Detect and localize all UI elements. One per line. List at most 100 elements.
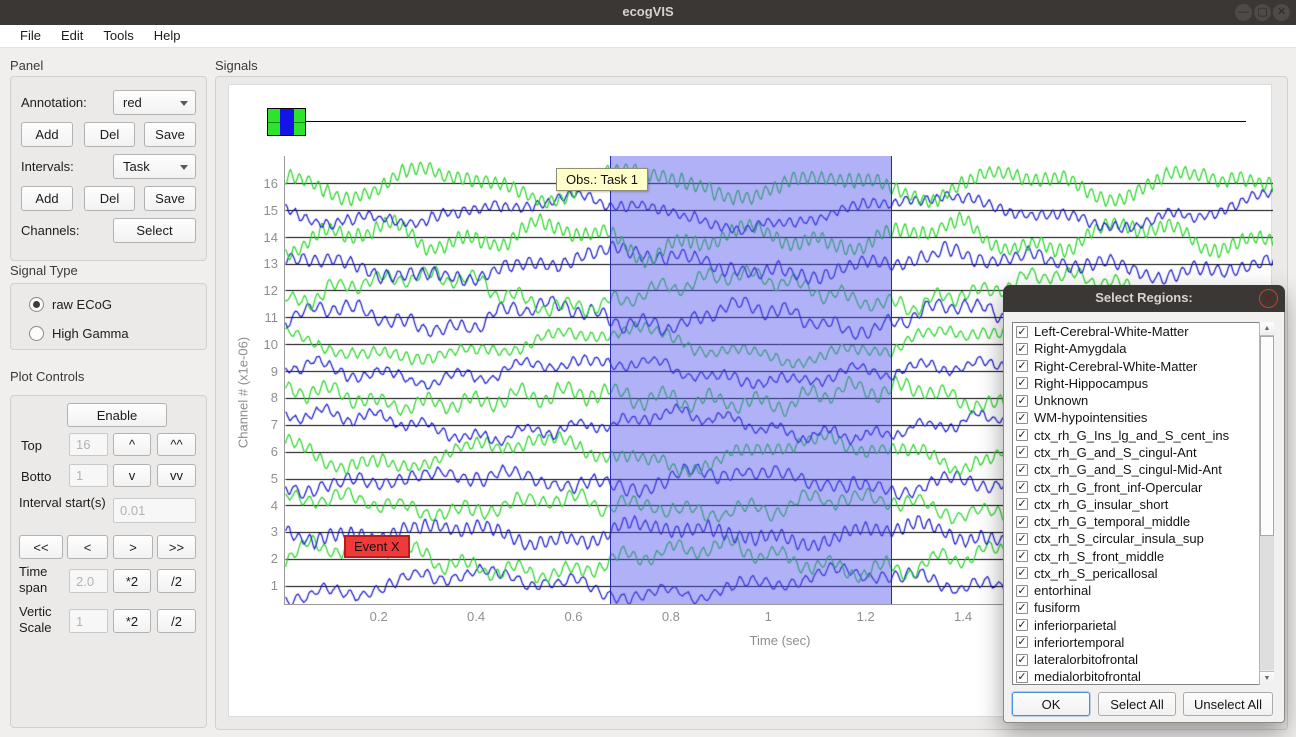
navigator-view-handle[interactable]: [267, 108, 306, 136]
intervals-save-button[interactable]: Save: [144, 186, 196, 211]
menu-item[interactable]: Edit: [51, 26, 93, 46]
annotation-combobox[interactable]: red: [113, 90, 196, 115]
region-list-item[interactable]: ✓ ctx_rh_S_pericallosal: [1013, 565, 1273, 582]
region-list-item[interactable]: ✓ medialorbitofrontal: [1013, 668, 1273, 685]
menu-item[interactable]: Tools: [93, 26, 143, 46]
maximize-icon[interactable]: ▢: [1254, 4, 1271, 21]
close-icon[interactable]: ✕: [1273, 4, 1290, 21]
interval-start-label: Interval start(s): [19, 495, 107, 511]
checkbox-checked-icon[interactable]: ✓: [1016, 360, 1028, 372]
interval-start-input[interactable]: [113, 498, 196, 523]
intervals-add-button[interactable]: Add: [21, 186, 73, 211]
checkbox-checked-icon[interactable]: ✓: [1016, 481, 1028, 493]
region-list-item[interactable]: ✓ Right-Cerebral-White-Matter: [1013, 358, 1273, 375]
vertical-scale-input[interactable]: [69, 609, 108, 633]
region-list-item[interactable]: ✓ ctx_rh_S_front_middle: [1013, 547, 1273, 564]
checkbox-checked-icon[interactable]: ✓: [1016, 377, 1028, 389]
checkbox-checked-icon[interactable]: ✓: [1016, 343, 1028, 355]
checkbox-checked-icon[interactable]: ✓: [1016, 326, 1028, 338]
region-list-item[interactable]: ✓ ctx_rh_G_and_S_cingul-Ant: [1013, 444, 1273, 461]
checkbox-checked-icon[interactable]: ✓: [1016, 446, 1028, 458]
dialog-title-bar[interactable]: Select Regions: ✕: [1003, 285, 1285, 312]
ok-button[interactable]: OK: [1012, 692, 1090, 716]
checkbox-checked-icon[interactable]: ✓: [1016, 429, 1028, 441]
navigator-current-window[interactable]: [280, 109, 294, 135]
checkbox-checked-icon[interactable]: ✓: [1016, 464, 1028, 476]
region-list-item[interactable]: ✓ ctx_rh_G_front_inf-Opercular: [1013, 478, 1273, 495]
channel-down-button[interactable]: v: [113, 464, 151, 487]
channel-up-fast-button[interactable]: ^^: [157, 433, 196, 456]
time-span-double-button[interactable]: *2: [113, 569, 151, 593]
region-list-item[interactable]: ✓ lateralorbitofrontal: [1013, 651, 1273, 668]
annotation-save-button[interactable]: Save: [144, 122, 196, 147]
region-list-item[interactable]: ✓ Right-Hippocampus: [1013, 375, 1273, 392]
task-interval-region[interactable]: [610, 156, 892, 604]
checkbox-checked-icon[interactable]: ✓: [1016, 585, 1028, 597]
unselect-all-button[interactable]: Unselect All: [1183, 692, 1273, 716]
scroll-down-icon[interactable]: ▼: [1260, 671, 1274, 685]
region-list-item[interactable]: ✓ ctx_rh_G_insular_short: [1013, 496, 1273, 513]
checkbox-checked-icon[interactable]: ✓: [1016, 498, 1028, 510]
menu-item[interactable]: Help: [144, 26, 191, 46]
scrollbar-groove[interactable]: [1260, 536, 1274, 670]
intervals-combobox[interactable]: Task: [113, 154, 196, 179]
time-span-half-button[interactable]: /2: [157, 569, 196, 593]
checkbox-checked-icon[interactable]: ✓: [1016, 395, 1028, 407]
annotation-del-button[interactable]: Del: [84, 122, 135, 147]
region-list-item[interactable]: ✓ Right-Amygdala: [1013, 340, 1273, 357]
signal-type-label: Signal Type: [10, 263, 78, 278]
checkbox-checked-icon[interactable]: ✓: [1016, 550, 1028, 562]
time-nav-button[interactable]: <<: [19, 535, 63, 559]
checkbox-checked-icon[interactable]: ✓: [1016, 602, 1028, 614]
radio-raw-ecog[interactable]: raw ECoG: [29, 297, 112, 312]
vertical-scale-double-button[interactable]: *2: [113, 609, 151, 633]
select-all-button[interactable]: Select All: [1098, 692, 1176, 716]
regions-list[interactable]: ✓ Left-Cerebral-White-Matter ✓ Right-Amy…: [1012, 322, 1274, 685]
event-annotation[interactable]: Event X: [344, 535, 410, 558]
region-list-item[interactable]: ✓ inferiorparietal: [1013, 617, 1273, 634]
time-nav-button[interactable]: >: [113, 535, 153, 559]
navigator-timeline[interactable]: [306, 121, 1246, 122]
checkbox-checked-icon[interactable]: ✓: [1016, 654, 1028, 666]
checkbox-checked-icon[interactable]: ✓: [1016, 567, 1028, 579]
region-list-item[interactable]: ✓ Unknown: [1013, 392, 1273, 409]
y-tick-label: 14: [264, 229, 278, 246]
list-scrollbar[interactable]: ▲ ▼: [1259, 322, 1274, 685]
region-list-item[interactable]: ✓ ctx_rh_G_temporal_middle: [1013, 513, 1273, 530]
region-list-item[interactable]: ✓ entorhinal: [1013, 582, 1273, 599]
top-input[interactable]: [69, 433, 108, 456]
channel-up-button[interactable]: ^: [113, 433, 151, 456]
channel-down-fast-button[interactable]: vv: [157, 464, 196, 487]
region-list-item[interactable]: ✓ ctx_rh_G_Ins_lg_and_S_cent_ins: [1013, 427, 1273, 444]
checkbox-checked-icon[interactable]: ✓: [1016, 533, 1028, 545]
checkbox-checked-icon[interactable]: ✓: [1016, 636, 1028, 648]
vertical-scale-half-button[interactable]: /2: [157, 609, 196, 633]
region-list-item[interactable]: ✓ inferiortemporal: [1013, 634, 1273, 651]
checkbox-checked-icon[interactable]: ✓: [1016, 671, 1028, 683]
bottom-input[interactable]: [69, 464, 108, 487]
enable-button[interactable]: Enable: [67, 403, 167, 427]
checkbox-checked-icon[interactable]: ✓: [1016, 516, 1028, 528]
dialog-close-icon[interactable]: ✕: [1259, 289, 1278, 308]
intervals-del-button[interactable]: Del: [84, 186, 135, 211]
window-title: ecogVIS: [0, 4, 1296, 19]
time-nav-button[interactable]: <: [67, 535, 108, 559]
minimize-icon[interactable]: —: [1235, 4, 1252, 21]
region-list-item[interactable]: ✓ ctx_rh_S_circular_insula_sup: [1013, 530, 1273, 547]
menu-item[interactable]: File: [10, 26, 51, 46]
radio-high-gamma[interactable]: High Gamma: [29, 326, 129, 341]
time-nav-button[interactable]: >>: [157, 535, 196, 559]
scrollbar-thumb[interactable]: [1260, 336, 1274, 536]
channels-select-button[interactable]: Select: [113, 218, 196, 243]
title-bar[interactable]: ecogVIS — ▢ ✕: [0, 0, 1296, 25]
region-list-item[interactable]: ✓ WM-hypointensities: [1013, 409, 1273, 426]
time-span-input[interactable]: [69, 569, 108, 593]
checkbox-checked-icon[interactable]: ✓: [1016, 619, 1028, 631]
annotation-add-button[interactable]: Add: [21, 122, 73, 147]
region-list-item[interactable]: ✓ ctx_rh_G_and_S_cingul-Mid-Ant: [1013, 461, 1273, 478]
scroll-up-icon[interactable]: ▲: [1260, 322, 1274, 336]
checkbox-checked-icon[interactable]: ✓: [1016, 412, 1028, 424]
region-list-item[interactable]: ✓ Left-Cerebral-White-Matter: [1013, 323, 1273, 340]
region-label: entorhinal: [1034, 583, 1091, 598]
region-list-item[interactable]: ✓ fusiform: [1013, 599, 1273, 616]
